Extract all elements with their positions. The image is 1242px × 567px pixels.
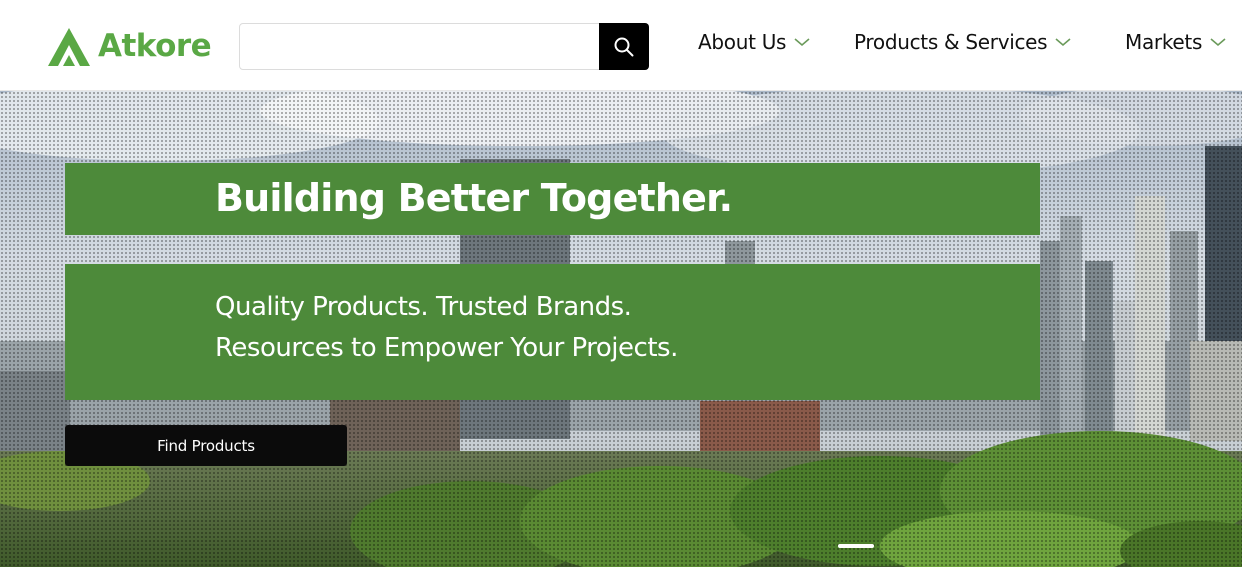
search-input[interactable] — [240, 24, 598, 69]
nav-item-about-us[interactable]: About Us — [698, 30, 810, 54]
nav-item-products-services[interactable]: Products & Services — [854, 30, 1071, 54]
chevron-down-icon — [1210, 38, 1226, 47]
hero-title: Building Better Together. — [215, 176, 733, 220]
nav-item-label: About Us — [698, 30, 787, 54]
search-box — [239, 23, 649, 70]
chevron-down-icon — [794, 38, 810, 47]
atkore-logo-mark-icon — [48, 28, 90, 66]
search-icon — [614, 37, 634, 56]
hero-subtitle-line-2: Resources to Empower Your Projects. — [215, 333, 678, 363]
atkore-logo[interactable]: Atkore — [46, 26, 216, 68]
nav-item-markets[interactable]: Markets — [1125, 30, 1226, 54]
hero-title-banner: Building Better Together. — [65, 163, 1040, 235]
chevron-down-icon — [1055, 38, 1071, 47]
search-button[interactable] — [599, 23, 649, 70]
nav-item-label: Markets — [1125, 30, 1203, 54]
site-header: Atkore About Us Products & Services Mark… — [0, 0, 1242, 91]
carousel-indicator[interactable] — [838, 544, 874, 548]
find-products-button[interactable]: Find Products — [65, 425, 347, 466]
hero-section: Building Better Together. Quality Produc… — [0, 91, 1242, 567]
hero-subtitle-banner: Quality Products. Trusted Brands. Resour… — [65, 264, 1040, 400]
nav-item-label: Products & Services — [854, 30, 1048, 54]
logo-wordmark: Atkore — [98, 28, 212, 64]
hero-subtitle-line-1: Quality Products. Trusted Brands. — [215, 292, 632, 322]
